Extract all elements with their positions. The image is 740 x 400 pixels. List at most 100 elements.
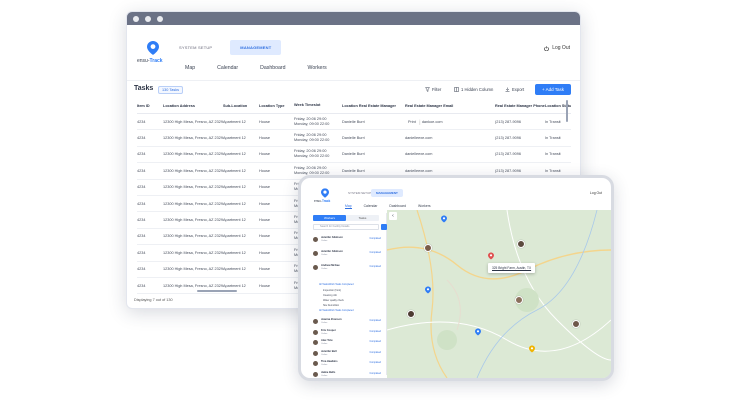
logout-button[interactable]: Log Out bbox=[544, 45, 570, 51]
cell-sub-location: Apartment 12 bbox=[223, 267, 246, 272]
col-manager-email[interactable]: Real Estate Manager Email bbox=[405, 104, 495, 108]
col-manager-phone[interactable]: Real Estate Manager Phone bbox=[495, 104, 545, 108]
filter-button[interactable]: Filter bbox=[425, 87, 441, 92]
avatar bbox=[313, 329, 318, 335]
worker-name: Tina Hawkins bbox=[321, 360, 338, 363]
map-pin-icon[interactable] bbox=[441, 215, 447, 223]
cell-location-status: In Transit bbox=[545, 168, 561, 173]
cell-manager: Danielle Burri bbox=[342, 152, 365, 157]
col-sub-location[interactable]: Sub-Location bbox=[223, 104, 259, 108]
worker-list-item[interactable]: Jaime Bells Online Completed bbox=[313, 370, 385, 379]
logo-pin-icon bbox=[147, 41, 159, 55]
worker-name: Alex Tolu bbox=[321, 339, 333, 342]
window-minimize-dot[interactable] bbox=[145, 15, 151, 22]
horizontal-scrollbar[interactable] bbox=[197, 290, 237, 292]
worker-online-status: Online bbox=[321, 254, 328, 256]
map-pin-icon[interactable] bbox=[488, 252, 494, 260]
subtask-item[interactable]: Water quality check bbox=[323, 299, 344, 302]
tablet-logout-button[interactable]: Log Out bbox=[590, 191, 602, 195]
facility-search-input[interactable]: Search for Facility Details bbox=[313, 224, 379, 230]
worker-map-avatar[interactable] bbox=[517, 240, 525, 248]
subtask-item[interactable]: Site Demolition bbox=[323, 304, 339, 307]
hidden-column-button[interactable]: 1 Hidden Column bbox=[454, 87, 493, 92]
worker-map-avatar[interactable] bbox=[407, 310, 415, 318]
filter-icon bbox=[425, 87, 430, 92]
tablet-nav-calendar[interactable]: Calendar bbox=[364, 204, 378, 209]
table-header: Item ID Location Address Sub-Location Lo… bbox=[137, 98, 571, 114]
cell-manager-email: Print dankoe.com bbox=[405, 118, 495, 125]
worker-list-item[interactable]: Kris Cooper Online Completed bbox=[313, 328, 385, 338]
col-location-type[interactable]: Location Type bbox=[259, 104, 294, 108]
nav-workers[interactable]: Workers bbox=[308, 65, 327, 71]
cell-item-id: 4234 bbox=[137, 218, 146, 223]
worker-list-item[interactable]: Tina Hawkins Online Completed bbox=[313, 359, 385, 369]
worker-list-item[interactable]: Joanna Jhonson Online Completed bbox=[313, 317, 385, 327]
workers-tasks-toggle: Workers Tasks bbox=[313, 215, 379, 221]
avatar bbox=[313, 319, 318, 324]
table-row[interactable]: 4234 12300 High Mesa, Fresno, AZ 23295 Apa… bbox=[137, 114, 571, 131]
worker-list-item[interactable]: Andrew McGee Online Completed bbox=[313, 263, 385, 273]
page-title: Tasks bbox=[134, 85, 154, 92]
print-tooltip[interactable]: Print bbox=[405, 118, 419, 125]
col-item-id[interactable]: Item ID bbox=[137, 104, 163, 108]
subtask-item[interactable]: Inspection (front) bbox=[323, 289, 341, 292]
worker-map-avatar[interactable] bbox=[515, 296, 523, 304]
worker-list-item[interactable]: Jennifer Atkinson Online Completed bbox=[313, 235, 385, 245]
cell-manager-email: danielleexe.com bbox=[405, 152, 433, 157]
worker-task-status: Completed bbox=[369, 371, 381, 375]
avatar bbox=[313, 361, 318, 366]
cell-sub-location: Apartment 12 bbox=[223, 168, 246, 173]
tablet-nav-dashboard[interactable]: Dashboard bbox=[389, 204, 406, 209]
worker-online-status: Online bbox=[321, 343, 328, 345]
window-maximize-dot[interactable] bbox=[157, 15, 163, 22]
tablet-nav-workers[interactable]: Workers bbox=[418, 204, 431, 209]
cell-manager-phone: (213) 287-9096 bbox=[495, 136, 521, 141]
map-pin-icon[interactable] bbox=[475, 328, 481, 336]
export-button[interactable]: Export bbox=[505, 87, 524, 92]
cell-location-type: House bbox=[259, 168, 270, 173]
window-close-dot[interactable] bbox=[133, 15, 139, 22]
worker-name: Jaime Bells bbox=[321, 370, 336, 374]
tab-management[interactable]: MANAGEMENT bbox=[230, 40, 282, 55]
cell-manager-email: danielleexe.com bbox=[405, 136, 433, 141]
worker-list-item[interactable]: Jennifer Bell Online Completed bbox=[313, 349, 385, 359]
tab-system-setup[interactable]: SYSTEM SETUP bbox=[169, 40, 222, 55]
worker-map-avatar[interactable] bbox=[424, 244, 432, 252]
pagination-info: Displaying 7 out of 130 bbox=[134, 298, 173, 302]
nav-map[interactable]: Map bbox=[185, 65, 195, 71]
cell-manager-phone: (213) 287-9096 bbox=[495, 152, 521, 157]
tablet-nav-map[interactable]: Map bbox=[345, 204, 352, 209]
worker-map-avatar[interactable] bbox=[572, 320, 580, 328]
app-logo: ensu-Track bbox=[137, 58, 163, 64]
nav-calendar[interactable]: Calendar bbox=[217, 65, 238, 71]
table-row[interactable]: 4234 12300 High Mesa, Fresno, AZ 23295 Apa… bbox=[137, 147, 571, 164]
worker-list-item[interactable]: Jennifer Atkinson Online Completed bbox=[313, 249, 385, 259]
chevron-left-icon[interactable]: ‹ bbox=[389, 212, 397, 220]
vertical-scrollbar[interactable] bbox=[566, 100, 568, 122]
cell-location-address: 12300 High Mesa, Fresno, AZ 23295 bbox=[163, 152, 223, 157]
segment-tasks[interactable]: Tasks bbox=[346, 215, 379, 221]
map-view[interactable]: 325 Bright Farm, Austin, TX ‹ bbox=[387, 210, 611, 378]
subtask-item[interactable]: Cleaning Job bbox=[323, 294, 337, 297]
cell-manager: Danielle Burri bbox=[342, 136, 365, 141]
add-task-button[interactable]: + Add Task bbox=[534, 84, 571, 95]
avatar bbox=[313, 371, 318, 377]
map-address-callout[interactable]: 325 Bright Farm, Austin, TX bbox=[488, 263, 536, 273]
tablet-tab-management[interactable]: MANAGEMENT bbox=[371, 189, 403, 197]
map-pin-icon[interactable] bbox=[529, 345, 535, 353]
cell-item-id: 4234 bbox=[137, 267, 146, 272]
worker-list-item[interactable]: Alex Tolu Online Completed bbox=[313, 338, 385, 348]
cell-week-timeslot: Friday, 20:06 29:00 Monday, 09:00 22:00 bbox=[294, 133, 330, 143]
nav-dashboard[interactable]: Dashboard bbox=[260, 65, 285, 71]
col-location-address[interactable]: Location Address bbox=[163, 104, 223, 108]
worker-task-status: Completed bbox=[369, 319, 381, 322]
table-row[interactable]: 4234 12300 High Mesa, Fresno, AZ 23295 Apa… bbox=[137, 130, 571, 147]
subtasks-footer: All Tasks/Work Tasks Completed bbox=[319, 309, 354, 312]
cell-location-type: House bbox=[259, 267, 270, 272]
col-manager[interactable]: Location Real Estate Manager bbox=[342, 104, 405, 108]
col-week-timeslot[interactable]: Week Timeslot bbox=[294, 103, 342, 108]
segment-workers[interactable]: Workers bbox=[313, 215, 346, 221]
cell-location-status: In Transit bbox=[545, 136, 561, 141]
cell-item-id: 4234 bbox=[137, 234, 146, 239]
map-pin-icon[interactable] bbox=[425, 286, 431, 294]
